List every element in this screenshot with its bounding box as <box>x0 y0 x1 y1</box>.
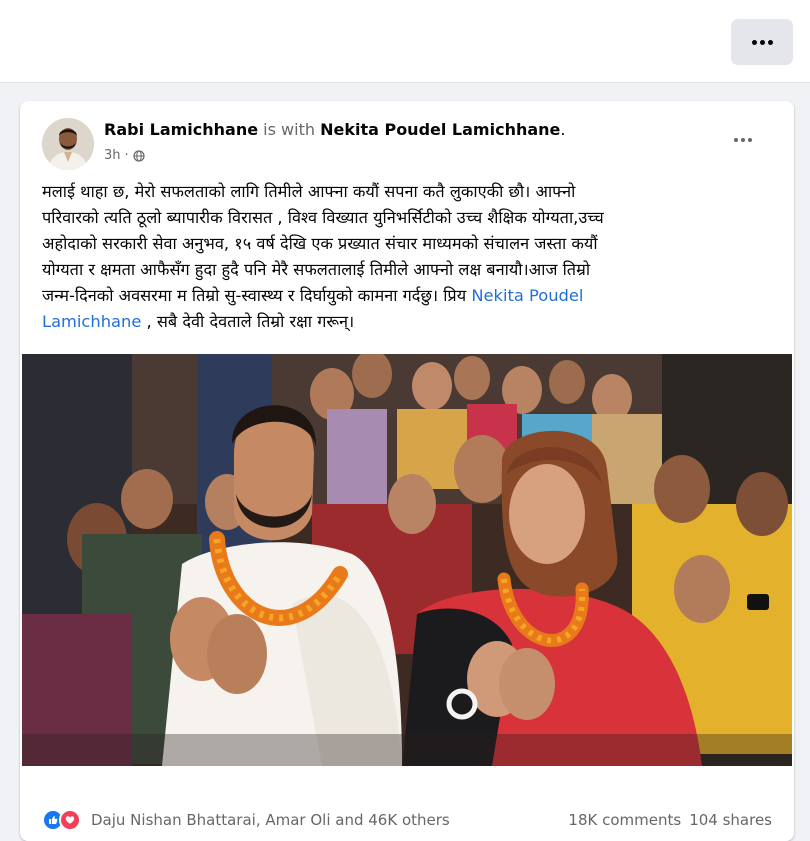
with-text: is with <box>263 120 315 139</box>
post-meta: 3h · <box>104 148 145 163</box>
post-text-line: जन्म-दिनको अवसरमा म तिम्रो सु-स्वास्थ्य … <box>42 286 584 305</box>
avatar-image <box>42 118 94 170</box>
reaction-names[interactable]: Daju Nishan Bhattarai, Amar Oli and 46K … <box>91 811 450 829</box>
post-text-line: योग्यता र क्षमता आफैसँग हुदा हुदै पनि मे… <box>42 260 591 279</box>
post-photo[interactable] <box>22 354 792 766</box>
top-bar <box>0 0 810 83</box>
love-icon <box>59 809 81 831</box>
author-name[interactable]: Rabi Lamichhane <box>104 120 258 139</box>
post-text: मलाई थाहा छ, मेरो सफलताको लागि तिमीले आफ… <box>42 179 782 335</box>
post-card: Rabi Lamichhane is with Nekita Poudel La… <box>20 101 794 841</box>
more-icon <box>734 138 752 142</box>
mention-link[interactable]: Nekita Poudel <box>471 286 583 305</box>
post-text-line: Lamichhane , सबै देवी देवताले तिम्रो रक्… <box>42 312 355 331</box>
reaction-summary[interactable]: Daju Nishan Bhattarai, Amar Oli and 46K … <box>42 809 450 831</box>
post-text-line: अहोदाको सरकारी सेवा अनुभव, १५ वर्ष देखि … <box>42 234 598 253</box>
author-avatar[interactable] <box>42 118 94 170</box>
post-time[interactable]: 3h <box>104 148 121 163</box>
post-text-line: परिवारको त्यति ठूलो ब्यापारीक विरासत , व… <box>42 208 604 227</box>
engagement-counts: 18K comments 104 shares <box>568 811 772 829</box>
mention-link[interactable]: Lamichhane <box>42 312 141 331</box>
tagged-name[interactable]: Nekita Poudel Lamichhane <box>320 120 560 139</box>
author-line: Rabi Lamichhane is with Nekita Poudel La… <box>104 120 565 139</box>
globe-icon[interactable] <box>133 149 145 162</box>
post-options-button[interactable] <box>734 138 752 142</box>
more-icon <box>751 39 773 45</box>
post-text-line: मलाई थाहा छ, मेरो सफलताको लागि तिमीले आफ… <box>42 182 576 201</box>
period: . <box>560 120 566 139</box>
comments-count[interactable]: 18K comments <box>568 811 681 829</box>
top-more-button[interactable] <box>731 19 793 65</box>
shares-count[interactable]: 104 shares <box>689 811 772 829</box>
